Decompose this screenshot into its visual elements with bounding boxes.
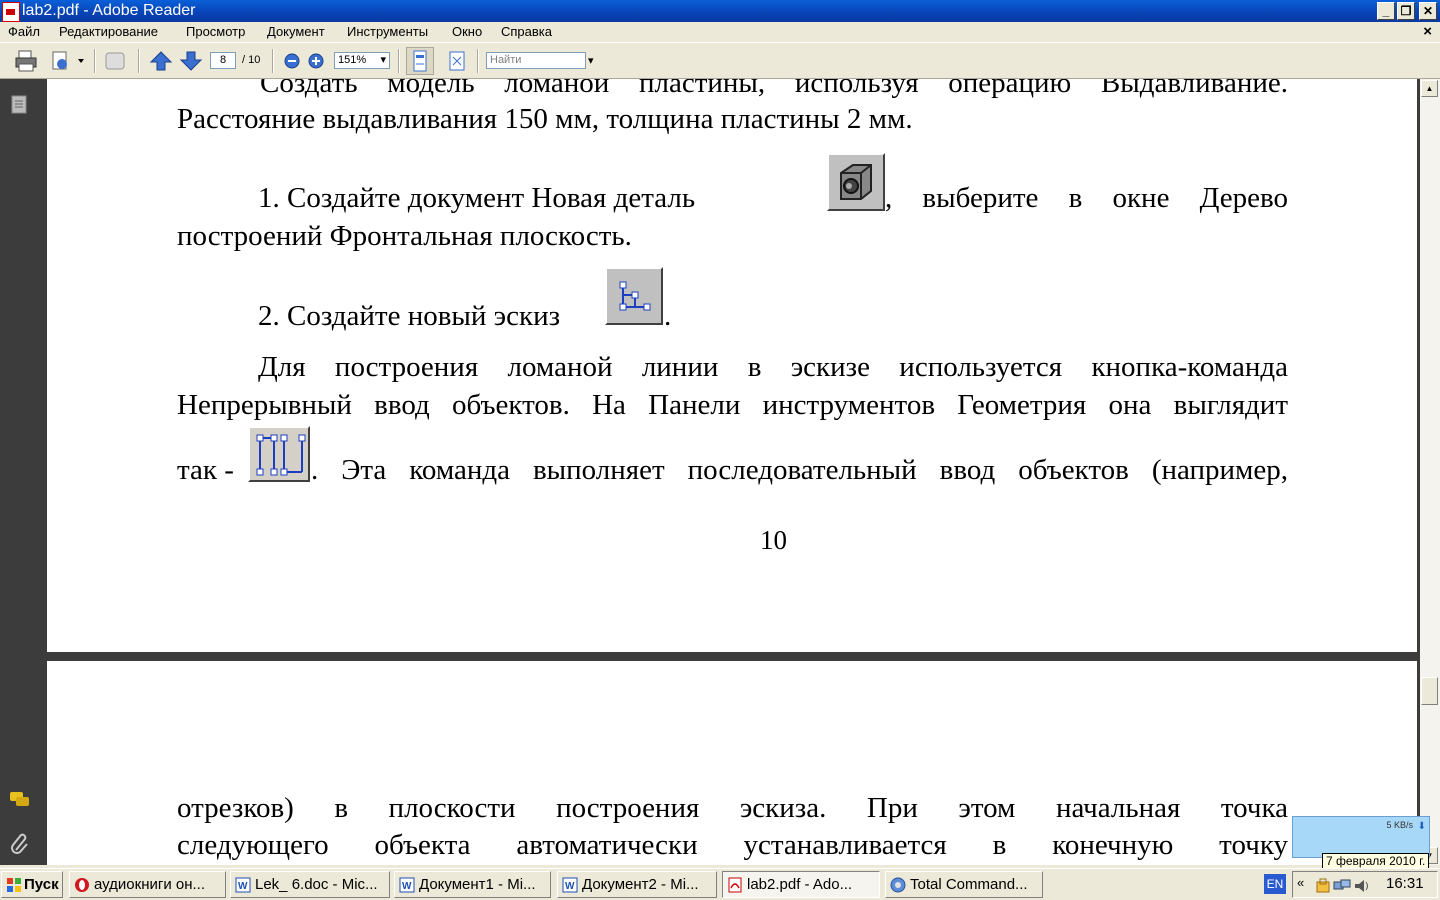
page-text-line: следующего объекта автоматически устанав… xyxy=(177,829,1288,861)
chevron-down-icon: ▾ xyxy=(380,54,386,66)
start-label: Пуск xyxy=(24,876,59,893)
net-speed: 5 KB/s xyxy=(1386,820,1413,830)
word-icon: W xyxy=(235,876,251,893)
show-hidden-icons-button[interactable]: « xyxy=(1297,875,1304,890)
toolbar-separator xyxy=(94,49,96,73)
search-input[interactable]: Найти xyxy=(486,52,586,69)
zoom-select[interactable]: 151% ▾ xyxy=(334,52,390,69)
page-text-line: 1. Создайте документ Новая деталь xyxy=(258,182,696,214)
close-document-button[interactable]: × xyxy=(1423,23,1432,40)
toolbar-separator xyxy=(138,49,140,73)
pdf-icon xyxy=(727,876,743,893)
page-text-line: . Эта команда выполняет последовательный… xyxy=(311,454,1288,486)
close-button[interactable]: ✕ xyxy=(1419,2,1437,20)
page-text-line: , выберите в окне Дерево xyxy=(885,182,1288,214)
page-text-line: . xyxy=(664,300,672,332)
next-page-icon[interactable] xyxy=(179,49,203,73)
zoom-out-icon[interactable] xyxy=(283,49,301,73)
taskbar-item-total-commander[interactable]: Total Command... xyxy=(885,871,1043,898)
taskbar-item-document2[interactable]: W Документ2 - Mi... xyxy=(557,871,717,898)
email-attach-icon[interactable] xyxy=(50,49,86,73)
vertical-scrollbar[interactable]: ▲ ▼ xyxy=(1420,79,1440,865)
zoom-value: 151% xyxy=(338,54,367,66)
clock[interactable]: 16:31 xyxy=(1386,875,1424,892)
print-icon[interactable] xyxy=(14,49,38,73)
previous-page-icon[interactable] xyxy=(149,49,173,73)
page-number-input[interactable]: 8 xyxy=(210,52,236,69)
opera-icon xyxy=(74,876,90,892)
toolbar: 8 / 10 151% ▾ Найти ▾ xyxy=(0,42,1440,79)
word-icon: W xyxy=(399,876,415,893)
document-viewport[interactable]: Создать модель ломаной пластины, использ… xyxy=(44,79,1420,865)
new-part-icon xyxy=(827,153,885,211)
task-label: Lek_ 6.doc - Mic... xyxy=(255,876,378,893)
window-title: lab2.pdf - Adobe Reader xyxy=(22,2,196,19)
menu-tools[interactable]: Инструменты xyxy=(347,24,428,39)
page-text-line: Непрерывный ввод объектов. На Панели инс… xyxy=(177,389,1288,421)
toolbar-separator xyxy=(477,49,479,73)
taskbar-item-lek6[interactable]: W Lek_ 6.doc - Mic... xyxy=(230,871,390,898)
zoom-in-icon[interactable] xyxy=(307,49,325,73)
svg-text:W: W xyxy=(565,881,575,892)
pdf-page: Создать модель ломаной пластины, использ… xyxy=(47,79,1417,652)
network-widget: 5 KB/s ⬇ xyxy=(1292,816,1430,858)
svg-text:W: W xyxy=(238,881,248,892)
scroll-thumb[interactable] xyxy=(1421,677,1438,705)
title-bar: lab2.pdf - Adobe Reader _ ❐ ✕ xyxy=(0,0,1440,22)
toolbar-separator xyxy=(398,49,400,73)
word-icon: W xyxy=(562,876,578,893)
system-tray: « 16:31 xyxy=(1292,871,1438,898)
page-number: 10 xyxy=(760,525,787,555)
taskbar-item-document1[interactable]: W Документ1 - Mi... xyxy=(394,871,551,898)
fit-page-icon[interactable] xyxy=(445,49,469,73)
page-text-line: 2. Создайте новый эскиз xyxy=(258,300,561,332)
navigation-pane xyxy=(0,79,44,865)
total-commander-icon xyxy=(890,876,906,893)
task-label: Документ2 - Mi... xyxy=(582,876,699,893)
menu-edit[interactable]: Редактирование xyxy=(59,24,158,39)
page-text-line: отрезков) в плоскости построения эскиза.… xyxy=(177,792,1288,824)
network-icon[interactable] xyxy=(1333,878,1351,897)
comments-icon[interactable] xyxy=(8,790,32,813)
pages-icon[interactable] xyxy=(10,94,28,117)
task-label: lab2.pdf - Ado... xyxy=(747,876,853,893)
pdf-page: отрезков) в плоскости построения эскиза.… xyxy=(47,661,1417,865)
toolbar-separator xyxy=(272,49,274,73)
task-label: аудиокниги он... xyxy=(94,876,206,893)
taskbar-item-lab2pdf[interactable]: lab2.pdf - Ado... xyxy=(722,871,880,898)
windows-logo-icon xyxy=(6,876,22,892)
attachments-icon[interactable] xyxy=(10,830,30,857)
menu-file[interactable]: Файл xyxy=(8,24,40,39)
task-label: Total Command... xyxy=(910,876,1028,893)
pdf-icon xyxy=(2,2,20,22)
menu-help[interactable]: Справка xyxy=(501,24,552,39)
menu-document[interactable]: Документ xyxy=(267,24,325,39)
page-text-line: Для построения ломаной линии в эскизе ис… xyxy=(258,351,1288,383)
new-sketch-icon xyxy=(605,267,663,325)
fit-width-icon[interactable] xyxy=(406,47,434,75)
volume-icon[interactable] xyxy=(1353,878,1371,897)
security-icon[interactable] xyxy=(1315,878,1331,897)
continuous-input-icon xyxy=(248,426,310,482)
page-total: / 10 xyxy=(242,54,261,66)
search-dropdown-icon[interactable]: ▾ xyxy=(588,54,594,67)
page-text-line: так - xyxy=(177,454,234,486)
page-text-line: Расстояние выдавливания 150 мм, толщина … xyxy=(177,103,913,135)
page-text-line: Создать модель ломаной пластины, использ… xyxy=(260,79,1288,99)
scroll-up-button[interactable]: ▲ xyxy=(1421,80,1438,97)
menu-view[interactable]: Просмотр xyxy=(186,24,245,39)
menu-window[interactable]: Окно xyxy=(452,24,482,39)
start-button[interactable]: Пуск xyxy=(1,871,63,898)
restore-button[interactable]: ❐ xyxy=(1397,2,1415,20)
taskbar: Пуск аудиокниги он... W Lek_ 6.doc - Mic… xyxy=(0,868,1440,900)
page-text-line: построений Фронтальная плоскость. xyxy=(177,220,632,252)
language-indicator[interactable]: EN xyxy=(1264,874,1286,894)
task-label: Документ1 - Mi... xyxy=(419,876,536,893)
taskbar-item-opera[interactable]: аудиокниги он... xyxy=(69,871,226,898)
menu-bar: Файл Редактирование Просмотр Документ Ин… xyxy=(0,22,1440,41)
download-icon: ⬇ xyxy=(1417,821,1426,832)
minimize-button[interactable]: _ xyxy=(1377,2,1395,20)
collaborate-icon[interactable] xyxy=(103,49,129,73)
svg-text:W: W xyxy=(402,881,412,892)
